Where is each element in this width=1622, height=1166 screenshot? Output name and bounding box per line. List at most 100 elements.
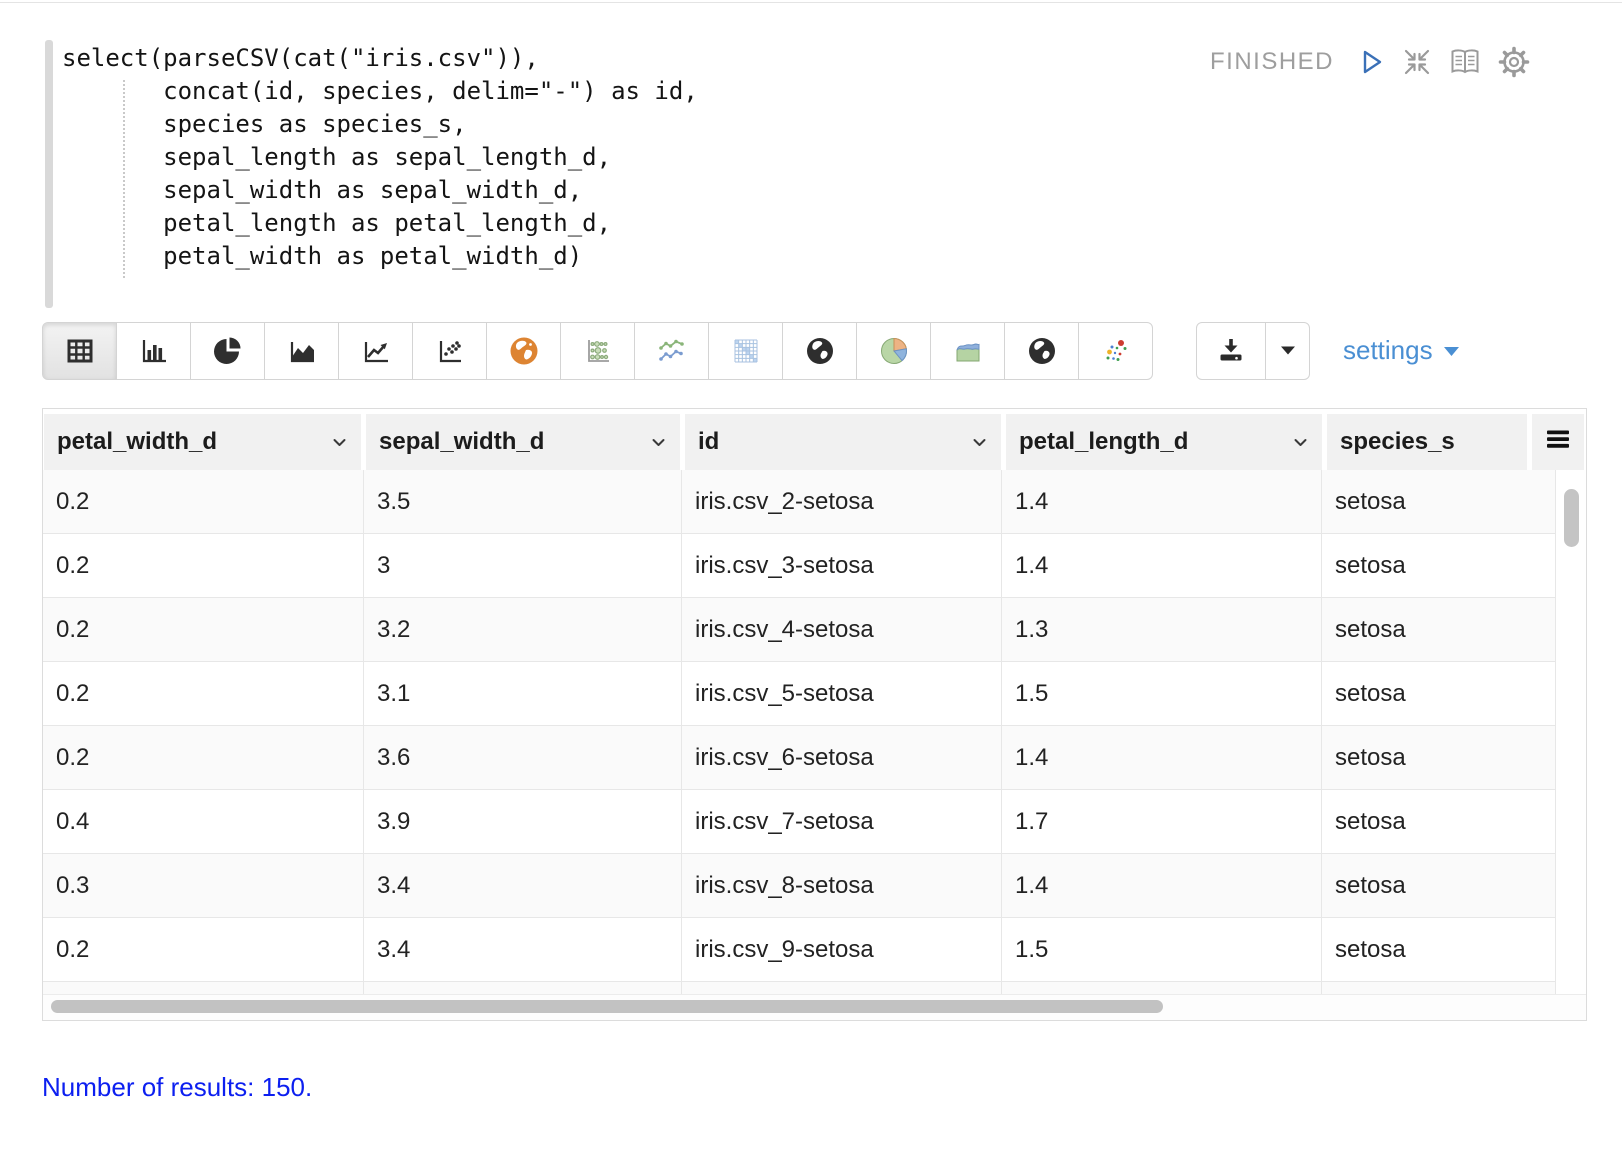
bubble-chart-button[interactable] bbox=[560, 322, 635, 380]
table-cell bbox=[364, 982, 682, 994]
pie-color-chart-icon bbox=[878, 335, 910, 367]
bar-chart-button[interactable] bbox=[116, 322, 191, 380]
table-cell: iris.csv_9-setosa bbox=[682, 918, 1002, 981]
chevron-down-icon bbox=[1283, 433, 1310, 452]
table-cell: 3.1 bbox=[364, 662, 682, 725]
results-table: petal_width_d sepal_width_d id petal_length… bbox=[42, 408, 1587, 1021]
download-button-group bbox=[1196, 322, 1310, 380]
table-cell bbox=[43, 982, 364, 994]
globe-orange-button[interactable] bbox=[486, 322, 561, 380]
table-cell: setosa bbox=[1322, 790, 1556, 853]
table-cell: 3.4 bbox=[364, 918, 682, 981]
horizontal-scrollbar[interactable] bbox=[43, 994, 1586, 1020]
table-cell: 0.2 bbox=[43, 726, 364, 789]
results-count: Number of results: 150. bbox=[42, 1072, 312, 1103]
editor-gutter-bar bbox=[45, 40, 53, 308]
table-row: 0.23.1iris.csv_5-setosa1.5setosa bbox=[43, 662, 1556, 726]
area-color-chart-button[interactable] bbox=[930, 322, 1005, 380]
table-cell: setosa bbox=[1322, 854, 1556, 917]
table-header-row: petal_width_d sepal_width_d id petal_length… bbox=[43, 409, 1586, 470]
notebook-paragraph: select(parseCSV(cat("iris.csv")), concat… bbox=[0, 0, 1622, 1166]
table-cell: 1.7 bbox=[1002, 790, 1322, 853]
table-body: 0.23.5iris.csv_2-setosa1.4setosa0.23iris… bbox=[43, 470, 1556, 994]
collapse-button[interactable] bbox=[1402, 47, 1432, 77]
display-toolbar: settings bbox=[42, 322, 1461, 380]
table-row: 0.43.9iris.csv_7-setosa1.7setosa bbox=[43, 790, 1556, 854]
show-editor-button[interactable] bbox=[1448, 47, 1482, 77]
table-cell: 3.6 bbox=[364, 726, 682, 789]
table-cell: 0.3 bbox=[43, 854, 364, 917]
matrix-chart-button[interactable] bbox=[708, 322, 783, 380]
settings-toggle[interactable]: settings bbox=[1343, 335, 1461, 366]
scatter-chart-button[interactable] bbox=[412, 322, 487, 380]
table-cell: iris.csv_3-setosa bbox=[682, 534, 1002, 597]
table-row-partial bbox=[43, 982, 1556, 994]
chevron-down-icon bbox=[322, 433, 349, 452]
settings-label: settings bbox=[1343, 335, 1433, 366]
code-text[interactable]: select(parseCSV(cat("iris.csv")), concat… bbox=[62, 42, 698, 273]
run-button[interactable] bbox=[1356, 47, 1386, 77]
multi-line-chart-button[interactable] bbox=[634, 322, 709, 380]
table-cell: 1.3 bbox=[1002, 598, 1322, 661]
table-button[interactable] bbox=[42, 322, 117, 380]
download-options-button[interactable] bbox=[1265, 322, 1310, 380]
area-chart-button[interactable] bbox=[264, 322, 339, 380]
vertical-scrollbar-thumb[interactable] bbox=[1564, 489, 1579, 547]
download-button[interactable] bbox=[1196, 322, 1266, 380]
globe-dark2-icon bbox=[1026, 335, 1058, 367]
column-header-species_s[interactable]: species_s bbox=[1327, 414, 1527, 470]
menu-icon bbox=[1543, 424, 1573, 461]
column-label: petal_length_d bbox=[1019, 428, 1188, 456]
table-cell: iris.csv_4-setosa bbox=[682, 598, 1002, 661]
table-cell: 3 bbox=[364, 534, 682, 597]
table-cell: setosa bbox=[1322, 662, 1556, 725]
table-cell: 0.2 bbox=[43, 918, 364, 981]
scatter-color-chart-button[interactable] bbox=[1078, 322, 1153, 380]
table-cell: 0.2 bbox=[43, 662, 364, 725]
pie-chart-button[interactable] bbox=[190, 322, 265, 380]
table-cell: iris.csv_5-setosa bbox=[682, 662, 1002, 725]
table-cell: 0.4 bbox=[43, 790, 364, 853]
table-cell: iris.csv_7-setosa bbox=[682, 790, 1002, 853]
globe-orange-icon bbox=[508, 335, 540, 367]
column-label: species_s bbox=[1340, 428, 1455, 456]
table-cell: 1.4 bbox=[1002, 534, 1322, 597]
table-cell: 3.4 bbox=[364, 854, 682, 917]
table-cell: 3.5 bbox=[364, 470, 682, 533]
column-header-sepal_width_d[interactable]: sepal_width_d bbox=[366, 414, 680, 470]
chevron-down-icon bbox=[641, 433, 668, 452]
table-row: 0.23.5iris.csv_2-setosa1.4setosa bbox=[43, 470, 1556, 534]
chart-type-toolbar bbox=[42, 322, 1153, 380]
table-cell: setosa bbox=[1322, 534, 1556, 597]
table-menu-button[interactable] bbox=[1532, 414, 1584, 470]
paragraph-controls: FINISHED bbox=[1210, 46, 1530, 78]
scatter-chart-icon bbox=[434, 335, 466, 367]
table-cell: iris.csv_8-setosa bbox=[682, 854, 1002, 917]
bar-chart-icon bbox=[138, 335, 170, 367]
scatter-color-chart-icon bbox=[1100, 335, 1132, 367]
download-icon bbox=[1216, 335, 1246, 368]
globe-dark2-button[interactable] bbox=[1004, 322, 1079, 380]
horizontal-scrollbar-thumb[interactable] bbox=[51, 1000, 1163, 1013]
table-cell: 3.9 bbox=[364, 790, 682, 853]
table-cell: 0.2 bbox=[43, 470, 364, 533]
column-label: sepal_width_d bbox=[379, 428, 544, 456]
table-cell bbox=[1322, 982, 1556, 994]
multi-line-chart-icon bbox=[656, 335, 688, 367]
column-header-petal_length_d[interactable]: petal_length_d bbox=[1006, 414, 1322, 470]
table-cell: iris.csv_2-setosa bbox=[682, 470, 1002, 533]
table-row: 0.33.4iris.csv_8-setosa1.4setosa bbox=[43, 854, 1556, 918]
table-cell: 1.4 bbox=[1002, 726, 1322, 789]
paragraph-settings-button[interactable] bbox=[1498, 46, 1530, 78]
table-cell: setosa bbox=[1322, 470, 1556, 533]
column-header-id[interactable]: id bbox=[685, 414, 1001, 470]
line-chart-button[interactable] bbox=[338, 322, 413, 380]
table-cell bbox=[1002, 982, 1322, 994]
pie-color-chart-button[interactable] bbox=[856, 322, 931, 380]
caret-down-icon bbox=[1442, 335, 1461, 366]
table-row: 0.23.4iris.csv_9-setosa1.5setosa bbox=[43, 918, 1556, 982]
column-label: petal_width_d bbox=[57, 428, 217, 456]
table-cell: 0.2 bbox=[43, 598, 364, 661]
globe-dark-button[interactable] bbox=[782, 322, 857, 380]
column-header-petal_width_d[interactable]: petal_width_d bbox=[44, 414, 361, 470]
